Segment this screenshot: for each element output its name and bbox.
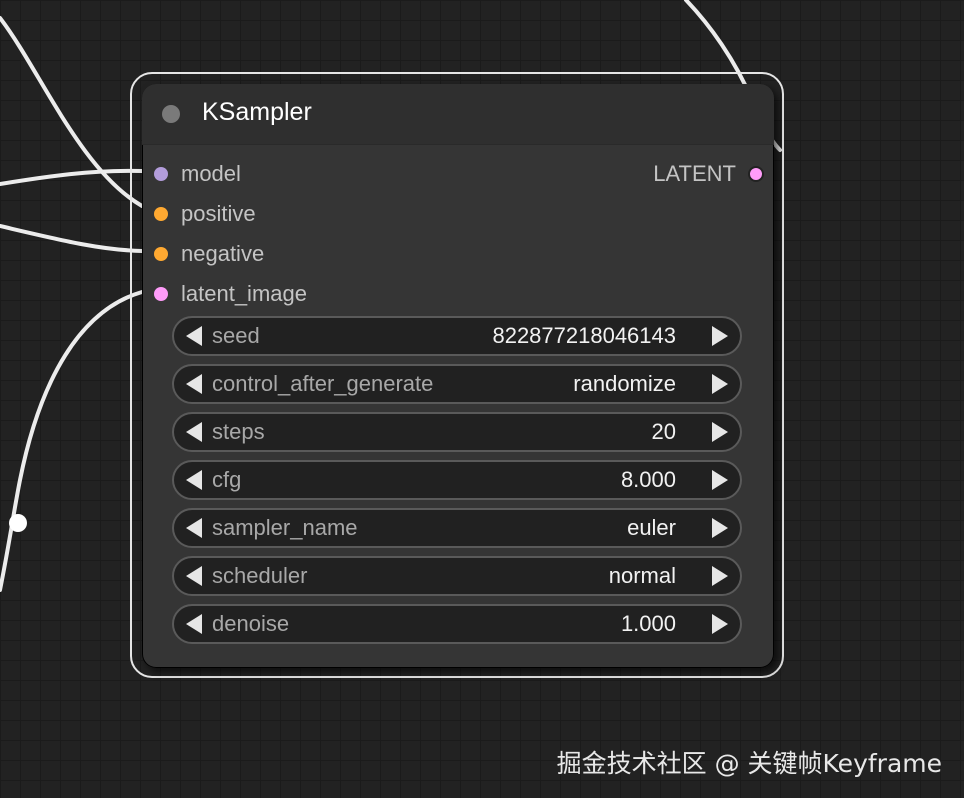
output-slot-latent[interactable]: LATENT <box>653 159 764 189</box>
increment-arrow-icon[interactable] <box>712 518 728 538</box>
widget-name: cfg <box>212 467 242 492</box>
decrement-arrow-icon[interactable] <box>186 518 202 538</box>
widget-name: sampler_name <box>212 515 358 540</box>
widget-name: control_after_generate <box>212 371 434 396</box>
slot-dot[interactable] <box>154 167 168 181</box>
increment-arrow-icon[interactable] <box>712 470 728 490</box>
input-slot-negative[interactable]: negative <box>154 239 264 269</box>
slot-label: negative <box>181 241 265 266</box>
widget-name: steps <box>212 419 265 444</box>
ksampler-node[interactable]: KSampler model positive negative latent_… <box>142 84 774 668</box>
widget-steps[interactable]: steps 20 <box>172 412 742 452</box>
decrement-arrow-icon[interactable] <box>186 566 202 586</box>
widget-value[interactable]: normal <box>609 563 676 589</box>
collapse-toggle[interactable] <box>162 105 180 123</box>
widget-seed[interactable]: seed 822877218046143 <box>172 316 742 356</box>
widget-name: denoise <box>212 611 290 636</box>
slot-label: LATENT <box>653 161 736 186</box>
widget-sampler-name[interactable]: sampler_name euler <box>172 508 742 548</box>
decrement-arrow-icon[interactable] <box>186 326 202 346</box>
widget-cfg[interactable]: cfg 8.000 <box>172 460 742 500</box>
increment-arrow-icon[interactable] <box>712 422 728 442</box>
widget-denoise[interactable]: denoise 1.000 <box>172 604 742 644</box>
input-slot-model[interactable]: model <box>154 159 241 189</box>
node-title: KSampler <box>202 98 312 126</box>
widget-value[interactable]: 822877218046143 <box>492 323 676 349</box>
widget-control-after-generate[interactable]: control_after_generate randomize <box>172 364 742 404</box>
node-header[interactable]: KSampler <box>142 84 774 145</box>
decrement-arrow-icon[interactable] <box>186 422 202 442</box>
slot-label: latent_image <box>181 281 307 306</box>
decrement-arrow-icon[interactable] <box>186 614 202 634</box>
widget-value[interactable]: 1.000 <box>621 611 676 637</box>
widget-name: scheduler <box>212 563 308 588</box>
widget-value[interactable]: randomize <box>573 371 676 397</box>
widget-value[interactable]: 8.000 <box>621 467 676 493</box>
slot-dot[interactable] <box>154 247 168 261</box>
input-slot-positive[interactable]: positive <box>154 199 256 229</box>
slot-dot[interactable] <box>154 287 168 301</box>
slot-label: positive <box>181 201 256 226</box>
watermark: 掘金技术社区 @ 关键帧Keyframe <box>556 749 942 778</box>
widget-value[interactable]: 20 <box>652 419 676 445</box>
slot-dot[interactable] <box>748 166 764 182</box>
increment-arrow-icon[interactable] <box>712 374 728 394</box>
increment-arrow-icon[interactable] <box>712 326 728 346</box>
widget-value[interactable]: euler <box>627 515 676 541</box>
widget-name: seed <box>212 323 260 348</box>
widget-scheduler[interactable]: scheduler normal <box>172 556 742 596</box>
slot-label: model <box>181 161 241 186</box>
input-slot-latent-image[interactable]: latent_image <box>154 279 307 309</box>
increment-arrow-icon[interactable] <box>712 614 728 634</box>
slot-dot[interactable] <box>154 207 168 221</box>
increment-arrow-icon[interactable] <box>712 566 728 586</box>
reroute-point <box>9 514 27 532</box>
decrement-arrow-icon[interactable] <box>186 470 202 490</box>
decrement-arrow-icon[interactable] <box>186 374 202 394</box>
